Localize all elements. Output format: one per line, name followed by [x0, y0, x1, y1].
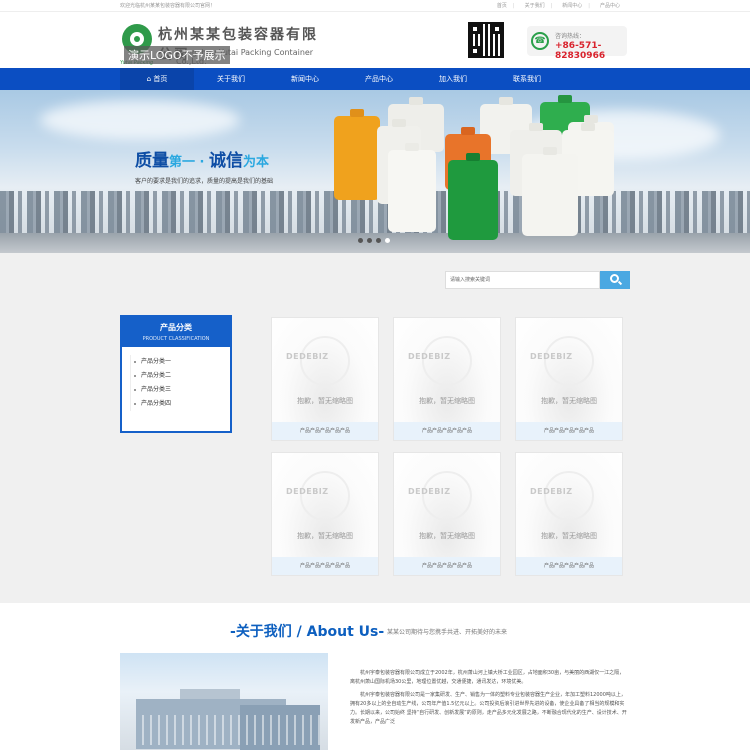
product-name[interactable]: 产品产品产品产品产品 [272, 557, 378, 575]
about-text: 杭州宇泰包装容器有限公司成立于2002年，杭州萧山河上镇大桥工业园区，占地面积3… [350, 669, 628, 731]
sidebar-title: 产品分类 [160, 323, 192, 332]
search-button[interactable] [600, 271, 630, 289]
main-content: 请输入搜索关键词 产品分类 PRODUCT CLASSIFICATION 产品分… [0, 253, 750, 603]
product-name[interactable]: 产品产品产品产品产品 [516, 557, 622, 575]
hotline-label: 咨询热线： [555, 33, 586, 40]
about-slogan: 某某公司期待与您携手共进、开拓美好的未来 [387, 629, 508, 636]
top-link-home[interactable]: 首页 [497, 2, 515, 9]
placeholder-logo: DEDEBIZ [408, 487, 451, 496]
phone-icon: ☎ [531, 32, 549, 50]
about-company-image [120, 653, 328, 750]
slider-dot[interactable] [358, 238, 363, 243]
nav-item-home[interactable]: ⌂ 首页 [120, 68, 194, 90]
placeholder-logo: DEDEBIZ [286, 352, 329, 361]
sidebar-item-category-2[interactable]: 产品分类二 [131, 369, 222, 383]
logo-demo-overlay: 演示LOGO不予展示 [124, 46, 230, 64]
nav-item-products[interactable]: 产品中心 [342, 68, 416, 90]
nav-item-join[interactable]: 加入我们 [416, 68, 490, 90]
about-paragraph: 杭州宇泰包装容器有限公司成立于2002年，杭州萧山河上镇大桥工业园区，占地面积3… [350, 670, 625, 685]
product-image-placeholder: DEDEBIZ 抱歉，暂无缩略图 [272, 453, 378, 557]
sidebar-item-category-3[interactable]: 产品分类三 [131, 383, 222, 397]
qrcode-icon [468, 22, 504, 58]
banner-title: 质量第一 · 诚信为本 [135, 151, 270, 171]
about-title: -关于我们 / About Us- [230, 624, 385, 640]
product-card[interactable]: DEDEBIZ 抱歉，暂无缩略图 产品产品产品产品产品 [393, 452, 501, 576]
product-name[interactable]: 产品产品产品产品产品 [516, 422, 622, 440]
placeholder-text: 抱歉，暂无缩略图 [541, 532, 597, 540]
product-category-sidebar: 产品分类 PRODUCT CLASSIFICATION 产品分类一 产品分类二 … [120, 315, 232, 433]
placeholder-text: 抱歉，暂无缩略图 [541, 397, 597, 405]
hero-banner[interactable]: 质量第一 · 诚信为本 客户的要求是我们的追求，质量的提高是我们的基础 [0, 90, 750, 253]
slider-dot[interactable] [367, 238, 372, 243]
placeholder-text: 抱歉，暂无缩略图 [419, 532, 475, 540]
welcome-text: 欢迎光临杭州某某包装容器有限公司官网！ [120, 3, 216, 9]
product-name[interactable]: 产品产品产品产品产品 [272, 422, 378, 440]
placeholder-logo: DEDEBIZ [530, 352, 573, 361]
placeholder-text: 抱歉，暂无缩略图 [419, 397, 475, 405]
about-section: -关于我们 / About Us- 某某公司期待与您携手共进、开拓美好的未来 杭… [0, 603, 750, 750]
product-image-placeholder: DEDEBIZ 抱歉，暂无缩略图 [516, 453, 622, 557]
header: Yutai Packing 杭州某某包装容器有限公司 Hangzhou Yuta… [0, 12, 750, 68]
hotline-number: +86-571-82830966 [555, 41, 606, 61]
product-card[interactable]: DEDEBIZ 抱歉，暂无缩略图 产品产品产品产品产品 [393, 317, 501, 441]
product-name[interactable]: 产品产品产品产品产品 [394, 557, 500, 575]
banner-subtitle: 客户的要求是我们的追求，质量的提高是我们的基础 [135, 178, 274, 185]
nav-item-contact[interactable]: 联系我们 [490, 68, 564, 90]
top-links: 首页 关于我们 新闻中心 产品中心 [497, 2, 626, 9]
slider-dots [358, 238, 390, 243]
hotline-box: ☎ 咨询热线： +86-571-82830966 [527, 26, 627, 61]
sidebar-item-category-1[interactable]: 产品分类一 [131, 355, 222, 369]
product-card[interactable]: DEDEBIZ 抱歉，暂无缩略图 产品产品产品产品产品 [271, 452, 379, 576]
placeholder-text: 抱歉，暂无缩略图 [297, 532, 353, 540]
slider-dot[interactable] [376, 238, 381, 243]
placeholder-logo: DEDEBIZ [408, 352, 451, 361]
slider-dot-active[interactable] [385, 238, 390, 243]
product-name[interactable]: 产品产品产品产品产品 [394, 422, 500, 440]
search-bar: 请输入搜索关键词 [445, 271, 630, 289]
sidebar-title-en: PRODUCT CLASSIFICATION [142, 336, 210, 342]
site-logo[interactable]: Yutai Packing 杭州某某包装容器有限公司 Hangzhou Yuta… [120, 22, 330, 72]
placeholder-logo: DEDEBIZ [530, 487, 573, 496]
product-card[interactable]: DEDEBIZ 抱歉，暂无缩略图 产品产品产品产品产品 [515, 452, 623, 576]
main-nav: ⌂ 首页 关于我们 新闻中心 产品中心 加入我们 联系我们 [0, 68, 750, 90]
sidebar-item-category-4[interactable]: 产品分类四 [131, 397, 222, 411]
placeholder-logo: DEDEBIZ [286, 487, 329, 496]
product-card[interactable]: DEDEBIZ 抱歉，暂无缩略图 产品产品产品产品产品 [271, 317, 379, 441]
top-bar: 欢迎光临杭州某某包装容器有限公司官网！ 首页 关于我们 新闻中心 产品中心 [0, 0, 750, 12]
product-card[interactable]: DEDEBIZ 抱歉，暂无缩略图 产品产品产品产品产品 [515, 317, 623, 441]
product-image-placeholder: DEDEBIZ 抱歉，暂无缩略图 [516, 318, 622, 422]
nav-item-about[interactable]: 关于我们 [194, 68, 268, 90]
product-image-placeholder: DEDEBIZ 抱歉，暂无缩略图 [394, 318, 500, 422]
placeholder-text: 抱歉，暂无缩略图 [297, 397, 353, 405]
top-link-news[interactable]: 新闻中心 [562, 2, 590, 9]
nav-item-news[interactable]: 新闻中心 [268, 68, 342, 90]
top-link-about[interactable]: 关于我们 [525, 2, 553, 9]
top-link-products[interactable]: 产品中心 [600, 2, 626, 9]
product-image-placeholder: DEDEBIZ 抱歉，暂无缩略图 [394, 453, 500, 557]
product-image-placeholder: DEDEBIZ 抱歉，暂无缩略图 [272, 318, 378, 422]
sidebar-header: 产品分类 PRODUCT CLASSIFICATION [122, 317, 230, 347]
search-input[interactable]: 请输入搜索关键词 [445, 271, 600, 289]
about-paragraph: 杭州宇泰包装容器有限公司是一家集研发、生产、销售为一体的塑料专业包装容器生产企业… [350, 692, 627, 725]
